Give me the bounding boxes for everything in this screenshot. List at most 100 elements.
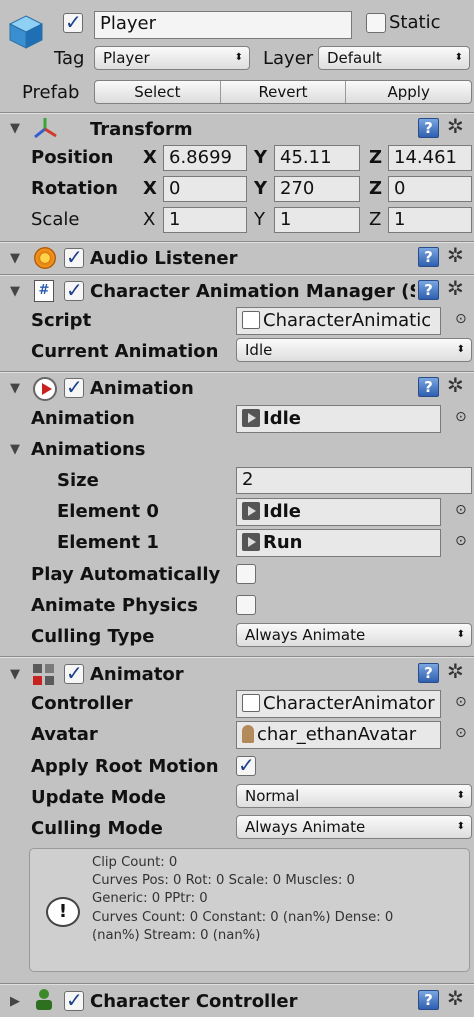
element0-label: Element 0 — [57, 501, 159, 522]
apply-root-motion-checkbox[interactable] — [236, 753, 256, 777]
animation-play-icon — [33, 377, 57, 401]
gear-icon[interactable]: ✲ — [447, 373, 464, 397]
audio-listener-enabled-checkbox[interactable] — [64, 245, 84, 269]
position-label: Position — [31, 147, 114, 168]
fold-arrow-icon[interactable]: ▼ — [10, 251, 20, 266]
cube-icon — [8, 14, 44, 50]
gear-icon[interactable]: ✲ — [447, 276, 464, 300]
controller-field[interactable]: CharacterAnimator — [236, 690, 441, 718]
animation-enabled-checkbox[interactable] — [64, 375, 84, 399]
rotation-y-field[interactable]: 270 — [274, 176, 360, 202]
rotation-x-field[interactable]: 0 — [163, 176, 247, 202]
axis-z-label: Z — [369, 178, 383, 199]
dropdown-arrows-icon: ⬍ — [456, 344, 465, 355]
update-mode-value: Normal — [245, 787, 300, 805]
gear-icon[interactable]: ✲ — [447, 986, 464, 1010]
gear-icon[interactable]: ✲ — [447, 659, 464, 683]
object-picker-icon[interactable]: ⊙ — [455, 533, 467, 549]
script-label: Script — [31, 310, 92, 331]
object-name-field[interactable]: Player — [94, 11, 352, 39]
dropdown-arrows-icon: ⬍ — [456, 790, 465, 801]
fold-closed-icon[interactable]: ▶ — [10, 994, 20, 1009]
info-line: Generic: 0 PPtr: 0 — [92, 891, 208, 907]
position-z-field[interactable]: 14.461 — [388, 145, 472, 171]
transform-title: Transform — [90, 119, 193, 140]
element0-field[interactable]: Idle — [236, 498, 441, 526]
script-file-icon: # — [34, 280, 54, 302]
avatar-label: Avatar — [31, 724, 98, 745]
scale-label: Scale — [31, 209, 80, 230]
fold-arrow-icon[interactable]: ▼ — [10, 284, 20, 299]
size-field[interactable]: 2 — [236, 467, 472, 494]
object-picker-icon[interactable]: ⊙ — [455, 725, 467, 741]
tag-dropdown[interactable]: Player ⬍ — [94, 46, 250, 70]
select-button[interactable]: Select — [95, 81, 221, 103]
help-icon[interactable]: ? — [418, 377, 439, 397]
scale-z-field[interactable]: 1 — [388, 207, 472, 233]
info-line: Clip Count: 0 — [92, 855, 178, 870]
help-icon[interactable]: ? — [418, 118, 439, 138]
axis-y-label: Y — [254, 178, 268, 199]
current-animation-dropdown[interactable]: Idle ⬍ — [236, 338, 472, 362]
object-picker-icon[interactable]: ⊙ — [455, 694, 467, 710]
position-y-field[interactable]: 45.11 — [274, 145, 360, 171]
fold-arrow-icon[interactable]: ▼ — [10, 381, 20, 396]
animate-physics-checkbox[interactable] — [236, 595, 256, 615]
scale-x-field[interactable]: 1 — [163, 207, 247, 233]
info-line: Curves Count: 0 Constant: 0 (nan%) Dense… — [92, 909, 394, 925]
animations-fold-icon[interactable]: ▼ — [10, 442, 20, 457]
object-picker-icon[interactable]: ⊙ — [455, 409, 467, 425]
divider — [0, 984, 474, 985]
gear-icon[interactable]: ✲ — [447, 114, 464, 138]
animation-title: Animation — [90, 378, 194, 399]
animation-clip-field[interactable]: Idle — [236, 405, 441, 433]
animation-clip-label: Animation — [31, 408, 135, 429]
apply-button[interactable]: Apply — [346, 81, 471, 103]
update-mode-dropdown[interactable]: Normal ⬍ — [236, 784, 472, 808]
divider — [0, 242, 474, 243]
axis-x-label: X — [143, 147, 157, 168]
script-enabled-checkbox[interactable] — [64, 278, 84, 302]
fold-arrow-icon[interactable]: ▼ — [10, 667, 20, 682]
axis-x-label: X — [143, 209, 156, 230]
rotation-z-field[interactable]: 0 — [388, 176, 472, 202]
controller-label: Controller — [31, 693, 133, 714]
help-icon[interactable]: ? — [418, 247, 439, 267]
help-icon[interactable]: ? — [418, 663, 439, 683]
object-picker-icon[interactable]: ⊙ — [455, 502, 467, 518]
animation-clip-icon — [242, 533, 260, 551]
help-icon[interactable]: ? — [418, 280, 439, 300]
cam-title: Character Animation Manager (Sc — [90, 281, 415, 302]
element1-field[interactable]: Run — [236, 529, 441, 557]
animator-enabled-checkbox[interactable] — [64, 661, 84, 685]
static-checkbox[interactable] — [366, 13, 386, 33]
help-icon[interactable]: ? — [418, 990, 439, 1010]
position-x-field[interactable]: 6.8699 — [163, 145, 247, 171]
avatar-field[interactable]: char_ethanAvatar — [236, 721, 441, 749]
info-text: Clip Count: 0 Curves Pos: 0 Rot: 0 Scale… — [92, 854, 393, 945]
culling-mode-dropdown[interactable]: Always Animate ⬍ — [236, 815, 472, 839]
play-automatically-label: Play Automatically — [31, 564, 221, 585]
active-checkbox[interactable] — [63, 10, 83, 34]
element0-value: Idle — [263, 501, 301, 522]
play-automatically-checkbox[interactable] — [236, 564, 256, 584]
culling-type-dropdown[interactable]: Always Animate ⬍ — [236, 623, 472, 647]
layer-dropdown[interactable]: Default ⬍ — [318, 46, 470, 70]
transform-axes-icon — [32, 116, 58, 140]
axis-z-label: Z — [369, 147, 383, 168]
script-file-icon — [242, 311, 260, 329]
divider — [0, 113, 474, 114]
culling-type-label: Culling Type — [31, 626, 155, 647]
object-picker-icon[interactable]: ⊙ — [455, 311, 467, 327]
script-field[interactable]: CharacterAnimatic — [236, 307, 441, 335]
fold-arrow-icon[interactable]: ▼ — [10, 121, 20, 136]
animator-info-box: ! Clip Count: 0 Curves Pos: 0 Rot: 0 Sca… — [29, 848, 470, 972]
controller-value: CharacterAnimator — [263, 693, 435, 714]
character-controller-enabled-checkbox[interactable] — [64, 988, 84, 1012]
gear-icon[interactable]: ✲ — [447, 243, 464, 267]
scale-y-field[interactable]: 1 — [274, 207, 360, 233]
revert-button[interactable]: Revert — [221, 81, 347, 103]
audio-listener-title: Audio Listener — [90, 248, 238, 269]
tag-label: Tag — [54, 48, 85, 69]
avatar-icon — [242, 725, 254, 743]
